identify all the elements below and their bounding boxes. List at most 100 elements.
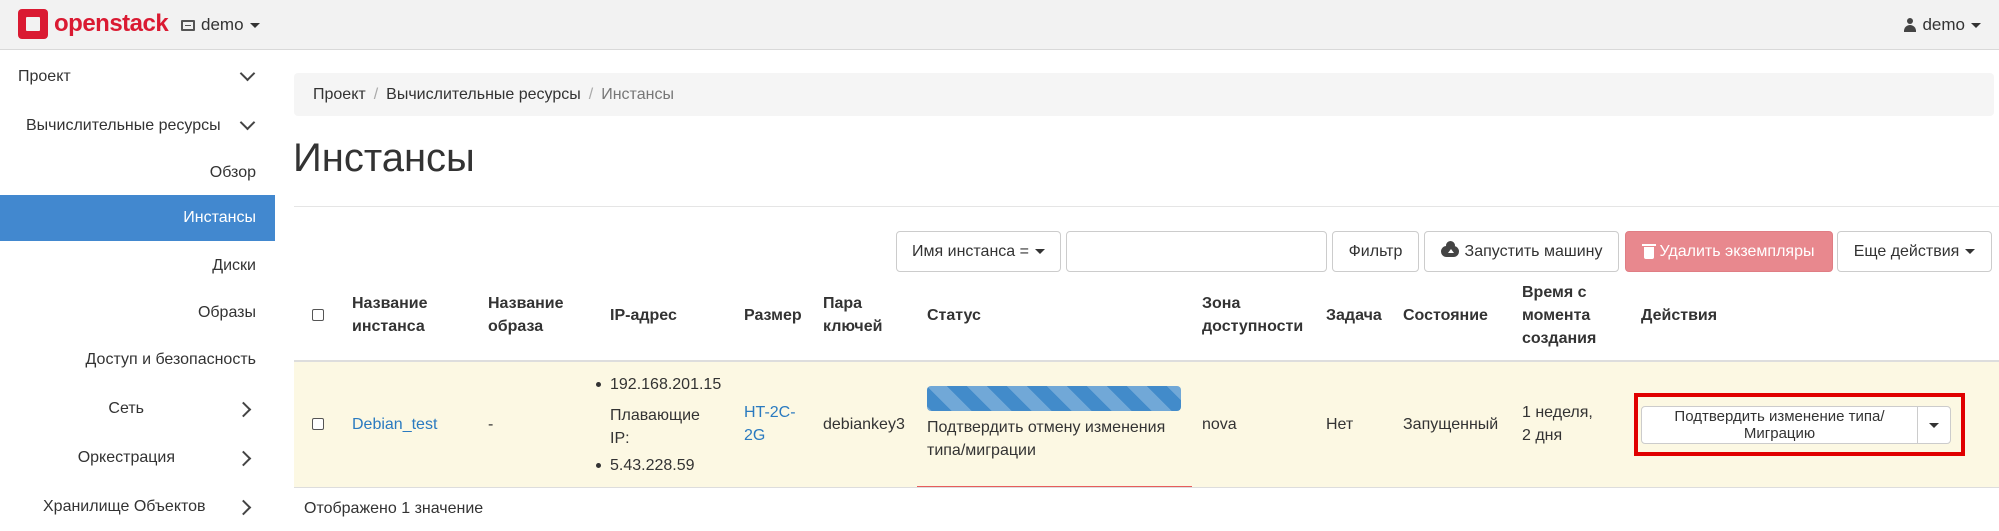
- sidebar-item-label: Сеть: [108, 400, 144, 417]
- sidebar-item-instances[interactable]: Инстансы: [0, 195, 275, 241]
- server-icon: [181, 19, 195, 31]
- availability-zone: nova: [1202, 416, 1237, 433]
- flavor-link[interactable]: HT-2C- 2G: [744, 401, 796, 447]
- list-bullet: [596, 463, 601, 468]
- sidebar-item-object-store[interactable]: Хранилище Объектов: [0, 484, 275, 530]
- select-all-checkbox[interactable]: [312, 309, 324, 321]
- more-actions-label: Еще действия: [1853, 242, 1960, 260]
- delete-instances-label: Удалить экземпляры: [1659, 242, 1815, 260]
- column-header-ip[interactable]: IP-адрес: [610, 304, 677, 327]
- caret-down-icon: [1965, 249, 1976, 254]
- column-header-image[interactable]: Название образа: [488, 292, 564, 338]
- sidebar-item-orchestration[interactable]: Оркестрация: [0, 435, 275, 481]
- project-dropdown[interactable]: demo: [181, 15, 260, 35]
- flavor-line: 2G: [744, 427, 766, 444]
- filter-button-label: Фильтр: [1348, 242, 1403, 260]
- floating-ip-label-line: IP:: [610, 430, 630, 447]
- filter-field-select[interactable]: Имя инстанса =: [896, 231, 1061, 272]
- chevron-right-icon: [235, 401, 252, 418]
- header-line: Название: [352, 295, 428, 312]
- sidebar-item-project[interactable]: Проект: [0, 54, 275, 100]
- launch-instance-label: Запустить машину: [1464, 242, 1603, 260]
- launch-instance-button[interactable]: Запустить машину: [1424, 231, 1619, 272]
- breadcrumb-separator: /: [373, 85, 379, 103]
- caret-down-icon: [1971, 22, 1981, 28]
- fixed-ip: 192.168.201.15: [610, 376, 722, 393]
- column-header-task[interactable]: Задача: [1326, 304, 1382, 327]
- caret-down-icon: [1929, 422, 1939, 428]
- header-line: момента: [1522, 307, 1591, 324]
- sidebar-item-overview[interactable]: Обзор: [0, 150, 275, 196]
- top-navbar: openstack demo demo: [0, 0, 1999, 50]
- status-line: типа/миграции: [927, 442, 1036, 459]
- header-line: Время с: [1522, 284, 1587, 301]
- floating-ip-label: Плавающие IP:: [610, 404, 700, 450]
- breadcrumb-item-instances: Инстансы: [601, 85, 674, 103]
- row-actions-dropdown-toggle[interactable]: [1918, 407, 1950, 443]
- column-header-zone[interactable]: Зона доступности: [1202, 292, 1303, 338]
- sidebar-item-access-security[interactable]: Доступ и безопасность: [0, 337, 275, 383]
- sidebar-item-label: Вычислительные ресурсы: [26, 117, 221, 134]
- openstack-logo-icon: [18, 9, 48, 39]
- cloud-upload-icon: [1440, 241, 1459, 257]
- page-title: Инстансы: [293, 136, 475, 180]
- column-header-name[interactable]: Название инстанса: [352, 292, 428, 338]
- status-line: Подтвердить отмену изменения: [927, 419, 1166, 436]
- instance-image: -: [488, 416, 494, 433]
- filter-input[interactable]: [1066, 231, 1327, 272]
- sidebar-item-network[interactable]: Сеть: [0, 386, 275, 432]
- sidebar-item-label: Диски: [212, 257, 256, 274]
- breadcrumb-separator: /: [588, 85, 594, 103]
- user-dropdown[interactable]: demo: [1904, 15, 1981, 35]
- title-divider: [294, 206, 1999, 207]
- caret-down-icon: [249, 22, 260, 28]
- sidebar-item-compute[interactable]: Вычислительные ресурсы: [0, 103, 275, 149]
- chevron-down-icon: [239, 114, 256, 131]
- column-header-size[interactable]: Размер: [744, 304, 802, 327]
- header-line: образа: [488, 318, 544, 335]
- sidebar-item-label: Образы: [197, 304, 256, 321]
- column-header-state[interactable]: Состояние: [1403, 304, 1488, 327]
- header-line: Зона: [1202, 295, 1241, 312]
- age-line: 2 дня: [1522, 427, 1563, 444]
- breadcrumb-item-compute[interactable]: Вычислительные ресурсы: [386, 86, 581, 104]
- openstack-logo[interactable]: openstack: [18, 9, 169, 39]
- status-progress-bar: [927, 386, 1181, 411]
- caret-down-icon: [1034, 249, 1045, 254]
- power-state: Запущенный: [1403, 416, 1499, 433]
- sidebar-item-label: Оркестрация: [77, 449, 175, 466]
- header-line: доступности: [1202, 318, 1304, 335]
- column-header-status[interactable]: Статус: [927, 304, 981, 327]
- user-name: demo: [1922, 15, 1965, 34]
- brand-name: openstack: [54, 10, 169, 37]
- trash-icon: [1641, 243, 1656, 259]
- sidebar-item-label: Инстансы: [183, 209, 256, 226]
- column-header-time[interactable]: Время с момента создания: [1522, 281, 1596, 350]
- list-bullet: [596, 382, 601, 387]
- sidebar-item-label: Доступ и безопасность: [85, 351, 256, 368]
- sidebar-item-label: Обзор: [209, 164, 256, 181]
- table-row-divider: [294, 487, 1999, 488]
- instance-name-link[interactable]: Debian_test: [352, 413, 437, 436]
- sidebar-item-label: Проект: [18, 68, 71, 85]
- header-line: инстанса: [352, 318, 425, 335]
- instance-status: Подтвердить отмену изменения типа/миграц…: [927, 416, 1165, 462]
- sidebar-item-images[interactable]: Образы: [0, 290, 275, 336]
- filter-field-label: Имя инстанса =: [912, 242, 1029, 260]
- floating-ip: 5.43.228.59: [610, 457, 695, 474]
- delete-instances-button[interactable]: Удалить экземпляры: [1625, 231, 1833, 272]
- chevron-down-icon: [239, 65, 256, 82]
- age: 1 неделя, 2 дня: [1522, 401, 1593, 447]
- chevron-right-icon: [235, 450, 252, 467]
- sidebar-item-volumes[interactable]: Диски: [0, 243, 275, 289]
- breadcrumb-item-project[interactable]: Проект: [313, 86, 366, 104]
- confirm-resize-button[interactable]: Подтвердить изменение типа/Миграцию: [1642, 407, 1918, 443]
- sidebar: Проект Вычислительные ресурсы Обзор Инст…: [0, 50, 275, 531]
- sidebar-item-label: Хранилище Объектов: [43, 498, 206, 515]
- filter-button[interactable]: Фильтр: [1332, 231, 1419, 272]
- header-line: Название: [488, 295, 564, 312]
- more-actions-button[interactable]: Еще действия: [1837, 231, 1992, 272]
- row-select-checkbox[interactable]: [312, 418, 324, 430]
- header-line: создания: [1522, 330, 1597, 347]
- column-header-keypair[interactable]: Пара ключей: [823, 292, 882, 338]
